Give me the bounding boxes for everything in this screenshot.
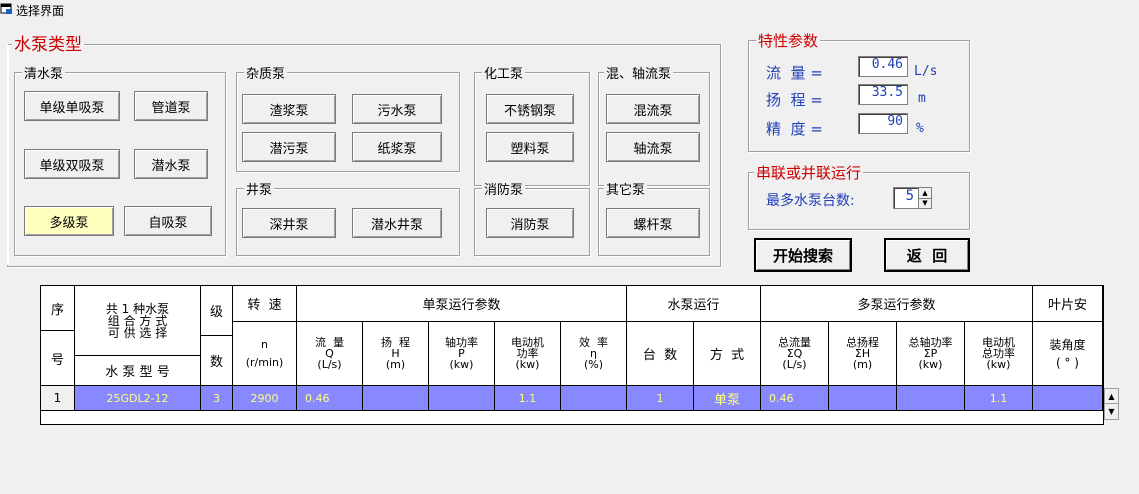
row-total-head-cell[interactable] [829, 386, 897, 411]
row-total-shaft-power-cell[interactable] [897, 386, 965, 411]
window-icon [0, 3, 12, 14]
slurry-pump-button[interactable]: 渣浆泵 [242, 94, 336, 124]
flow-label: 流 量 = [766, 64, 823, 82]
head-input[interactable]: 33.5 [858, 84, 908, 105]
sewage-pump-button[interactable]: 污水泵 [352, 94, 442, 124]
max-pumps-label: 最多水泵台数: [766, 193, 855, 209]
spin-down-icon[interactable]: ▼ [919, 198, 931, 208]
plastic-pump-button[interactable]: 塑料泵 [486, 132, 574, 162]
row-count-cell[interactable]: 1 [627, 386, 694, 411]
total-head-header: 总扬程 ΣH (m) [829, 322, 897, 386]
single-pump-params-header: 单泵运行参数 [297, 286, 627, 322]
submersible-well-pump-button[interactable]: 潜水井泵 [352, 208, 442, 238]
window-title: 选择界面 [16, 4, 65, 18]
mixed-flow-pump-button[interactable]: 混流泵 [606, 94, 700, 124]
row-shaft-power-cell[interactable] [429, 386, 495, 411]
mixed-axial-pump-label: 混、轴流泵 [604, 63, 674, 82]
blade-angle-header-2: 装角度 ( ° ) [1033, 322, 1103, 386]
grid-scrollbar[interactable]: ▲ ▼ [1104, 388, 1119, 420]
col-model-header: 水 泵 型 号 [75, 356, 201, 386]
scroll-up-icon[interactable]: ▲ [1105, 389, 1118, 404]
total-shaft-power-header: 总轴功率 ΣP (kw) [897, 322, 965, 386]
col-seq-header-2: 号 [41, 331, 75, 386]
start-search-button[interactable]: 开始搜索 [754, 238, 852, 272]
clean-pump-label: 清水泵 [22, 63, 66, 82]
pump-type-title: 水泵类型 [12, 30, 84, 55]
fire-pump-label: 消防泵 [482, 179, 526, 198]
pipeline-pump-button[interactable]: 管道泵 [134, 91, 208, 121]
chemical-pump-group [474, 72, 590, 186]
row-flow-cell[interactable]: 0.46 [297, 386, 363, 411]
blade-angle-header-1: 叶片安 [1033, 286, 1103, 322]
self-priming-pump-button[interactable]: 自吸泵 [124, 206, 212, 236]
single-stage-single-suction-button[interactable]: 单级单吸泵 [24, 91, 120, 121]
row-total-motor-power-cell[interactable]: 1.1 [965, 386, 1033, 411]
params-title: 特性参数 [756, 30, 821, 51]
row-model-cell[interactable]: 25GDL2-12 [75, 386, 201, 411]
row-blade-angle-cell[interactable] [1033, 386, 1103, 411]
row-efficiency-cell[interactable] [561, 386, 627, 411]
impurity-pump-label: 杂质泵 [244, 63, 288, 82]
fire-pump-button[interactable]: 消防泵 [486, 208, 574, 238]
form-bottom-border [7, 44, 8, 265]
series-title: 串联或并联运行 [754, 162, 864, 183]
paper-pulp-pump-button[interactable]: 纸浆泵 [352, 132, 442, 162]
row-seq-cell[interactable]: 1 [41, 386, 75, 411]
submersible-sewage-button[interactable]: 潜污泵 [242, 132, 336, 162]
max-pumps-input[interactable]: 5 [893, 187, 919, 209]
back-button[interactable]: 返 回 [884, 238, 970, 272]
col-combo-header: 共 1 种水泵 组 合 方 式 可 供 选 择 [75, 286, 201, 356]
single-shaft-power-header: 轴功率 P (kw) [429, 322, 495, 386]
precision-unit: % [916, 121, 924, 136]
axial-flow-pump-button[interactable]: 轴流泵 [606, 132, 700, 162]
screw-pump-button[interactable]: 螺杆泵 [606, 208, 700, 238]
multi-pump-params-header: 多泵运行参数 [761, 286, 1033, 322]
title-bar: 选择界面 [0, 0, 1139, 20]
single-head-header: 扬 程 H (m) [363, 322, 429, 386]
pump-run-header: 水泵运行 [627, 286, 761, 322]
well-pump-label: 井泵 [244, 179, 275, 198]
flow-input[interactable]: 0.46 [858, 56, 908, 77]
head-unit: m [918, 91, 926, 106]
precision-label: 精 度 = [766, 120, 823, 138]
multistage-pump-button[interactable]: 多级泵 [24, 206, 114, 236]
deep-well-pump-button[interactable]: 深井泵 [242, 208, 336, 238]
row-motor-power-cell[interactable]: 1.1 [495, 386, 561, 411]
other-pump-label: 其它泵 [604, 179, 648, 198]
chemical-pump-label: 化工泵 [482, 63, 526, 82]
single-efficiency-header: 效 率 η (%) [561, 322, 627, 386]
scroll-down-icon[interactable]: ▼ [1105, 404, 1118, 418]
max-pumps-spinner[interactable]: ▲ ▼ [918, 187, 932, 209]
row-total-flow-cell[interactable]: 0.46 [761, 386, 829, 411]
mixed-axial-pump-group [598, 72, 710, 186]
single-stage-double-suction-button[interactable]: 单级双吸泵 [24, 149, 120, 179]
stainless-steel-pump-button[interactable]: 不锈钢泵 [486, 94, 574, 124]
total-motor-power-header: 电动机 总功率 (kw) [965, 322, 1033, 386]
row-head-cell[interactable] [363, 386, 429, 411]
submersible-pump-button[interactable]: 潜水泵 [134, 149, 208, 179]
col-stage-header-1: 级 [201, 286, 233, 336]
head-label: 扬 程 = [766, 91, 823, 109]
row-speed-cell[interactable]: 2900 [233, 386, 297, 411]
col-seq-header-1: 序 [41, 286, 75, 331]
col-stage-header-2: 数 [201, 336, 233, 386]
flow-unit: L/s [914, 64, 938, 79]
precision-input[interactable]: 90 [858, 113, 908, 134]
run-count-header: 台 数 [627, 322, 694, 386]
single-flow-header: 流 量 Q (L/s) [297, 322, 363, 386]
run-mode-header: 方 式 [694, 322, 761, 386]
single-motor-power-header: 电动机 功率 (kw) [495, 322, 561, 386]
row-stages-cell[interactable]: 3 [201, 386, 233, 411]
col-speed-header-2: n (r/min) [233, 322, 297, 386]
col-speed-header-1: 转 速 [233, 286, 297, 322]
row-mode-cell[interactable]: 单泵 [694, 386, 761, 411]
total-flow-header: 总流量 ΣQ (L/s) [761, 322, 829, 386]
results-grid: 序 号 共 1 种水泵 组 合 方 式 可 供 选 择 水 泵 型 号 级 数 … [40, 285, 1104, 425]
